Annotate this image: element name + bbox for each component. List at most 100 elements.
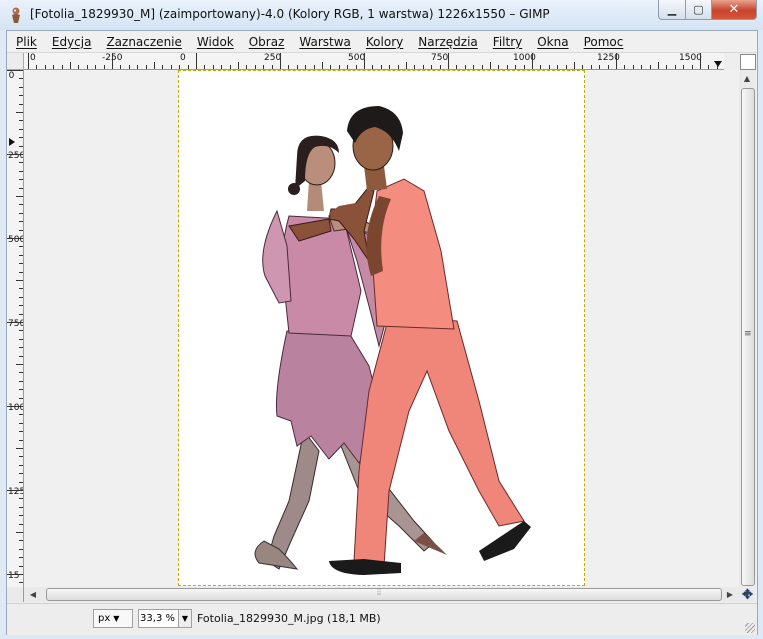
ruler-tick [19, 565, 23, 567]
scroll-right-icon[interactable]: ▶ [723, 587, 737, 601]
ruler-tick [19, 288, 23, 290]
navigate-icon[interactable]: ✥ [740, 587, 755, 603]
ruler-tick [347, 65, 349, 69]
ruler-tick [313, 65, 315, 69]
ruler-tick [19, 221, 23, 223]
horizontal-ruler[interactable]: 0 -250 0 250 500 750 1000 1250 1500 [24, 53, 724, 70]
ruler-tick [19, 380, 23, 382]
vertical-ruler[interactable]: 0 250 500 750 1000 1250 15 [7, 70, 24, 602]
ruler-tick [422, 65, 424, 69]
ruler-tick [19, 397, 23, 399]
ruler-tick [271, 65, 273, 69]
ruler-tick [204, 65, 206, 69]
resize-grip-icon[interactable] [745, 623, 755, 633]
menu-pomoc[interactable]: Pomoc [575, 35, 630, 49]
window-title: [Fotolia_1829930_M] (zaimportowany)-4.0 … [30, 7, 550, 21]
ruler-tick [330, 65, 332, 69]
menu-okna[interactable]: Okna [528, 35, 574, 49]
ruler-tick [599, 65, 601, 69]
ruler-tick [481, 65, 483, 69]
ruler-tick [36, 65, 38, 69]
ruler-tick [355, 65, 357, 69]
dancers-image [254, 106, 531, 575]
ruler-tick [19, 229, 23, 231]
ruler-tick [532, 53, 533, 69]
quick-mask-corner[interactable] [7, 53, 24, 70]
ruler-tick [19, 120, 23, 122]
scroll-left-icon[interactable]: ◀ [26, 587, 40, 601]
close-icon: ✕ [728, 2, 740, 17]
menu-kolory[interactable]: Kolory [357, 35, 409, 49]
ruler-tick [196, 53, 197, 69]
ruler-tick [162, 65, 164, 69]
image-canvas[interactable] [178, 70, 585, 586]
ruler-tick [557, 65, 559, 69]
menu-plik[interactable]: Plik [7, 35, 43, 49]
ruler-tick [137, 65, 139, 69]
ruler-tick [19, 86, 23, 88]
ruler-tick [254, 65, 256, 69]
ruler-tick [154, 62, 155, 69]
ruler-tick [246, 65, 248, 69]
close-button[interactable]: ✕ [712, 0, 757, 20]
ruler-tick [565, 65, 567, 69]
ruler-tick [498, 65, 500, 69]
ruler-tick [187, 65, 189, 69]
grip-icon: ≡ [744, 329, 752, 339]
ruler-tick [708, 65, 710, 69]
scroll-up-icon[interactable]: ▲ [740, 71, 754, 85]
ruler-tick [16, 280, 23, 281]
ruler-tick [16, 448, 23, 449]
ruler-tick [263, 65, 265, 69]
ruler-tick [221, 65, 223, 69]
zoom-selector[interactable]: 33,3 % ▼ [138, 609, 192, 628]
ruler-tick [632, 65, 634, 69]
status-bar: px ▼ 33,3 % ▼ Fotolia_1829930_M.jpg (18,… [7, 603, 757, 635]
ruler-tick [19, 515, 23, 517]
ruler-tick [19, 338, 23, 340]
horizontal-scroll-thumb[interactable]: ⦙⦙ [46, 588, 722, 601]
ruler-tick [44, 65, 46, 69]
menu-obraz[interactable]: Obraz [240, 35, 291, 49]
ruler-tick [86, 65, 88, 69]
canvas-area[interactable] [24, 70, 741, 602]
ruler-tick [19, 431, 23, 433]
vertical-scroll-thumb[interactable]: ≡ [741, 88, 755, 586]
ruler-tick [78, 65, 80, 69]
ruler-tick [624, 65, 626, 69]
menu-zaznaczenie[interactable]: Zaznaczenie [97, 35, 187, 49]
ruler-tick [19, 246, 23, 248]
ruler-tick [607, 65, 609, 69]
menu-narzedzia[interactable]: Narzędzia [409, 35, 484, 49]
ruler-tick [406, 62, 407, 69]
maximize-icon: ▢ [693, 3, 704, 16]
ruler-tick [28, 53, 29, 69]
menu-widok[interactable]: Widok [188, 35, 240, 49]
zoom-follow-toggle[interactable] [740, 54, 756, 70]
ruler-tick [456, 65, 458, 69]
zoom-value: 33,3 % [140, 613, 175, 624]
ruler-tick [19, 305, 23, 307]
quick-mask-toggle[interactable] [7, 587, 23, 602]
vertical-scrollbar[interactable]: ▲ ≡ ▼ [739, 70, 755, 602]
ruler-tick [19, 548, 23, 550]
ruler-tick [19, 137, 23, 139]
ruler-tick [448, 53, 449, 69]
menu-warstwa[interactable]: Warstwa [290, 35, 357, 49]
minimize-button[interactable]: ▁ [658, 0, 686, 20]
ruler-tick [19, 296, 23, 298]
ruler-tick [641, 65, 643, 69]
ruler-label: 0 [180, 53, 186, 63]
menu-filtry[interactable]: Filtry [484, 35, 528, 49]
horizontal-scrollbar[interactable]: ◀ ⦙⦙ ▶ [24, 587, 739, 602]
menu-edycja[interactable]: Edycja [43, 35, 98, 49]
ruler-tick [179, 65, 181, 69]
ruler-tick [95, 65, 97, 69]
ruler-tick [19, 389, 23, 391]
ruler-tick [19, 414, 23, 416]
maximize-button[interactable]: ▢ [686, 0, 712, 20]
ruler-tick [120, 65, 122, 69]
unit-selector[interactable]: px ▼ [93, 609, 133, 628]
chevron-down-icon[interactable]: ▼ [178, 610, 191, 627]
ruler-tick [19, 506, 23, 508]
